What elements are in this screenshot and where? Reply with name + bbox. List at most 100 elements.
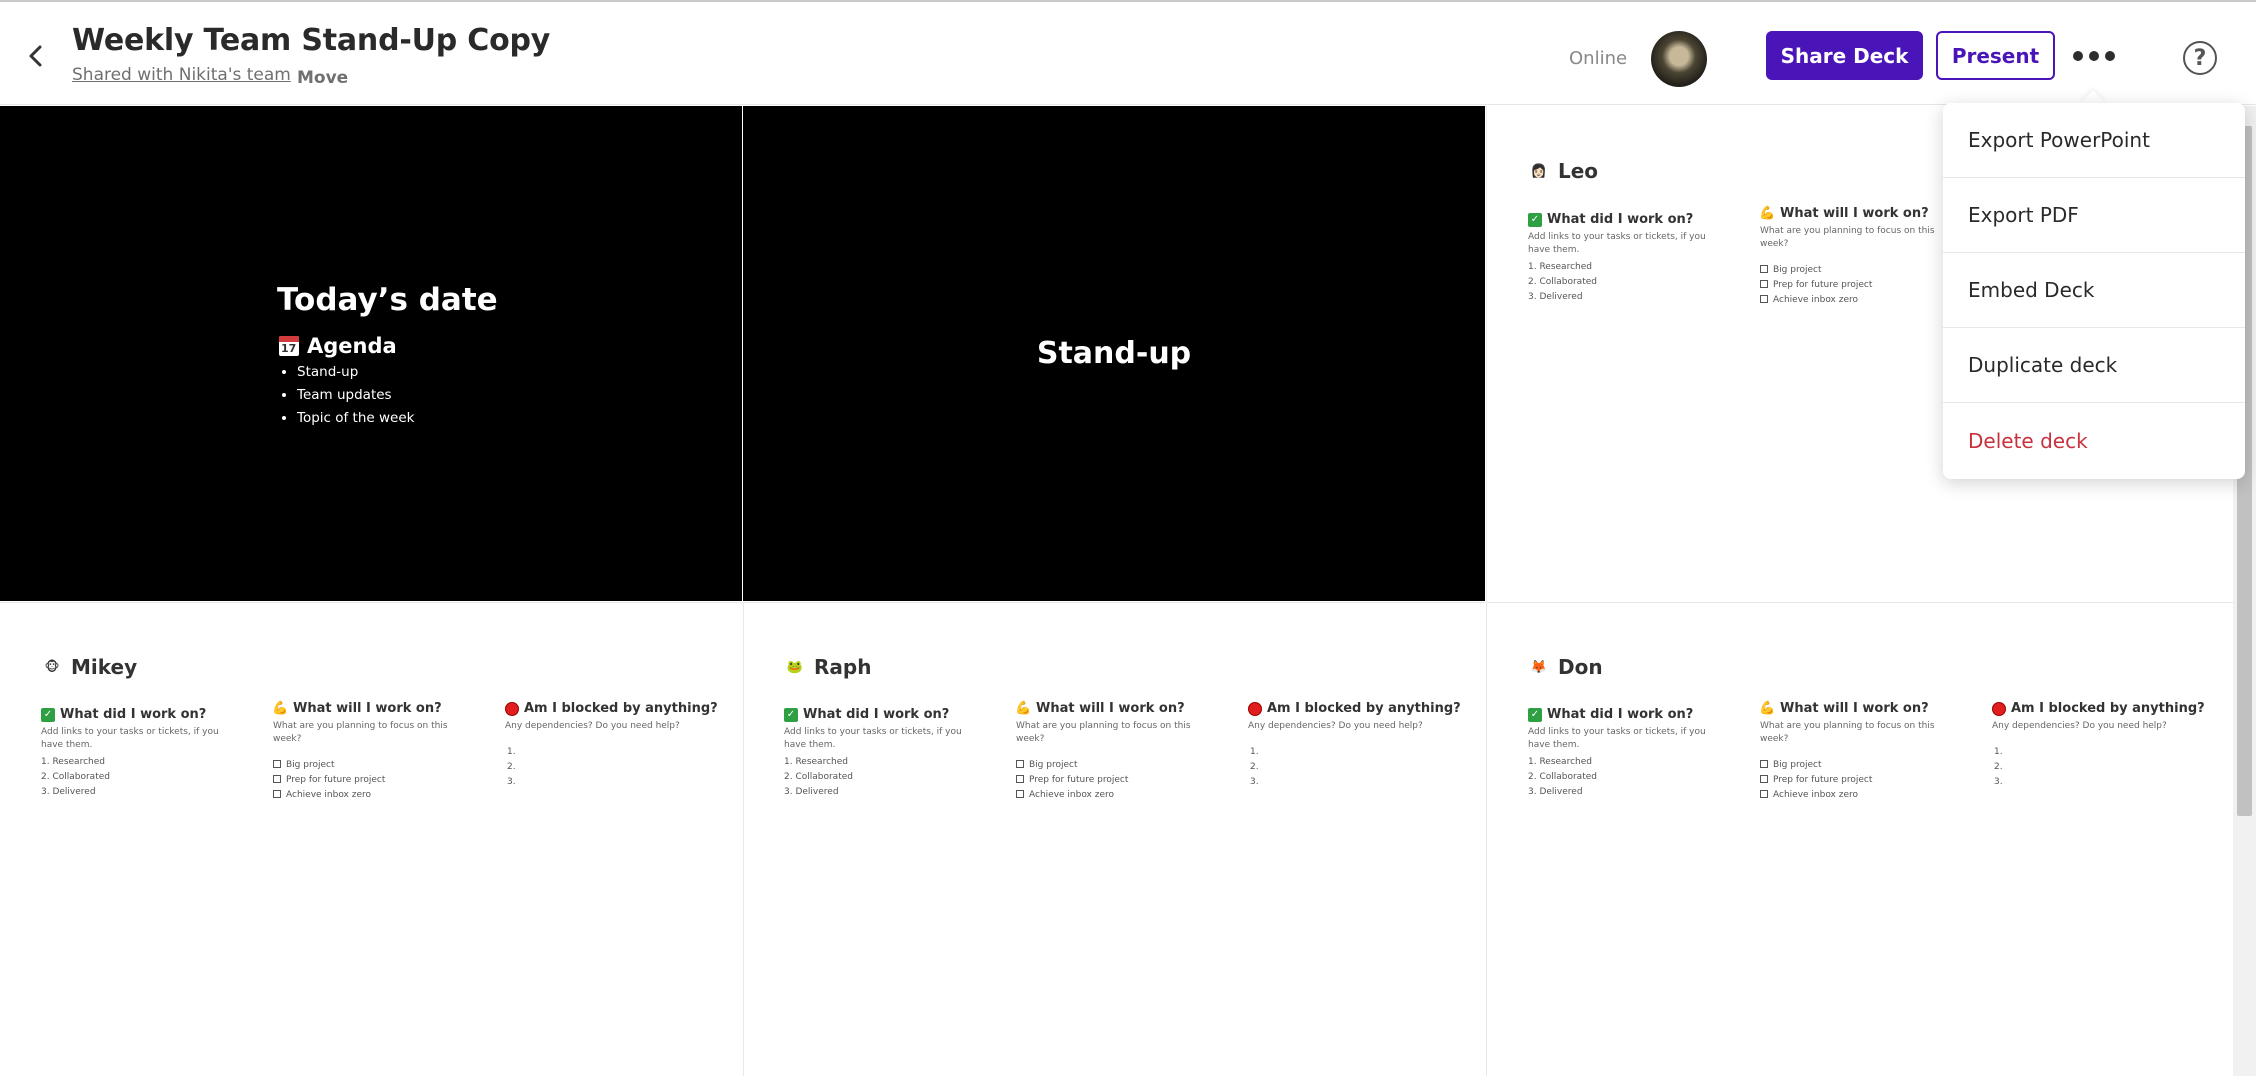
column-will-desc: What are you planning to focus on this w… <box>1016 721 1191 744</box>
checklist-item: Achieve inbox zero <box>273 788 493 803</box>
person-name: Mikey <box>71 655 138 679</box>
person-emoji-icon: 🦊 <box>1530 659 1548 675</box>
slide-person-mikey[interactable]: 🐵 Mikey ✓ What did I work on? Add links t… <box>0 602 742 1076</box>
person-emoji-icon: 🐵 <box>44 659 60 675</box>
share-deck-button[interactable]: Share Deck <box>1766 31 1923 80</box>
checkbox-icon <box>1760 280 1768 288</box>
column-will: 💪 What will I work on? What are you plann… <box>1759 701 1980 803</box>
column-blocked-list: 1. 2. 3. <box>1992 745 2212 790</box>
column-blocked: Am I blocked by anything? Any dependenci… <box>1992 701 2212 790</box>
user-avatar[interactable] <box>1651 31 1707 87</box>
red-circle-icon <box>1248 701 1262 716</box>
list-item: 2. Collaborated <box>1528 772 1597 782</box>
list-item: 3. Delivered <box>41 787 96 797</box>
flexed-arm-icon: 💪 <box>1759 701 1776 716</box>
column-blocked-list: 1. 2. 3. <box>1248 745 1468 790</box>
checkbox-icon <box>1016 760 1024 768</box>
checklist-item: Big project <box>1016 758 1236 773</box>
column-blocked-desc: Any dependencies? Do you need help? <box>505 721 680 731</box>
more-options-menu: Export PowerPoint Export PDF Embed Deck … <box>1943 103 2245 479</box>
list-item: 3. Delivered <box>784 787 839 797</box>
person-heading: 🐸 Raph <box>784 655 872 679</box>
calendar-icon <box>279 336 299 356</box>
checklist-item: Achieve inbox zero <box>1760 788 1980 803</box>
column-did-list: 1. Researched 2. Collaborated 3. Deliver… <box>41 755 261 800</box>
menu-item-embed-deck[interactable]: Embed Deck <box>1943 253 2245 328</box>
column-blocked-heading: Am I blocked by anything? <box>505 701 725 716</box>
back-arrow-icon[interactable] <box>22 39 50 73</box>
check-mark-icon: ✓ <box>784 707 798 722</box>
list-item: 3. Delivered <box>1528 292 1583 302</box>
checklist-item: Big project <box>1760 758 1980 773</box>
column-did-desc: Add links to your tasks or tickets, if y… <box>41 727 219 750</box>
slide-intro[interactable]: Today’s date Agenda Stand-up Team update… <box>0 106 742 601</box>
slide-standup[interactable]: Stand-up <box>743 106 1485 601</box>
menu-item-export-powerpoint[interactable]: Export PowerPoint <box>1943 103 2245 178</box>
column-did-desc: Add links to your tasks or tickets, if y… <box>784 727 962 750</box>
checklist-item: Prep for future project <box>1760 773 1980 788</box>
column-blocked-desc: Any dependencies? Do you need help? <box>1992 721 2167 731</box>
check-mark-icon: ✓ <box>1528 212 1542 227</box>
person-heading: 👩🏻 Leo <box>1528 159 1598 183</box>
column-did-heading: ✓ What did I work on? <box>41 707 261 722</box>
checkbox-icon <box>273 790 281 798</box>
person-name: Don <box>1558 655 1603 679</box>
column-will-list: Big project Prep for future project Achi… <box>1760 758 1980 803</box>
list-item: 2. Collaborated <box>41 772 110 782</box>
column-did-title: What did I work on? <box>1547 212 1694 227</box>
help-icon[interactable]: ? <box>2183 41 2217 75</box>
column-did: ✓ What did I work on? Add links to your t… <box>1528 707 1748 800</box>
checkbox-icon <box>1016 775 1024 783</box>
person-emoji-icon: 🐸 <box>786 659 804 675</box>
column-will-heading: 💪 What will I work on? <box>272 701 442 716</box>
checklist-item: Big project <box>273 758 493 773</box>
more-options-icon[interactable] <box>2073 43 2115 69</box>
column-blocked-desc: Any dependencies? Do you need help? <box>1248 721 1423 731</box>
column-did-heading: ✓ What did I work on? <box>1528 707 1748 722</box>
column-did-desc: Add links to your tasks or tickets, if y… <box>1528 232 1706 255</box>
list-item: 1. Researched <box>41 757 105 767</box>
list-item: 2. <box>1994 762 2003 772</box>
deck-header: Weekly Team Stand-Up Copy Shared with Ni… <box>0 5 2256 105</box>
column-blocked-list: 1. 2. 3. <box>505 745 725 790</box>
checklist-item: Achieve inbox zero <box>1016 788 1236 803</box>
deck-title[interactable]: Weekly Team Stand-Up Copy <box>72 23 550 58</box>
slide-intro-title: Today’s date <box>277 282 498 318</box>
column-will-desc: What are you planning to focus on this w… <box>273 721 448 744</box>
slide-person-raph[interactable]: 🐸 Raph ✓ What did I work on? Add links to… <box>743 602 1485 1076</box>
checkbox-icon <box>273 760 281 768</box>
red-circle-icon <box>1992 701 2006 716</box>
agenda-heading: Agenda <box>279 334 397 358</box>
column-blocked: Am I blocked by anything? Any dependenci… <box>505 701 725 790</box>
column-did-desc: Add links to your tasks or tickets, if y… <box>1528 727 1706 750</box>
menu-item-delete-deck[interactable]: Delete deck <box>1943 403 2245 478</box>
person-heading: 🐵 Mikey <box>41 655 137 679</box>
agenda-item: Stand-up <box>297 364 414 380</box>
column-will-desc: What are you planning to focus on this w… <box>1760 226 1935 249</box>
checkbox-icon <box>1760 790 1768 798</box>
present-button[interactable]: Present <box>1936 31 2055 80</box>
column-will: 💪 What will I work on? What are you plann… <box>272 701 493 803</box>
list-item: 2. Collaborated <box>1528 277 1597 287</box>
shared-with-link[interactable]: Shared with Nikita's team <box>72 65 291 85</box>
slide-standup-title: Stand-up <box>1036 336 1192 371</box>
person-heading: 🦊 Don <box>1528 655 1603 679</box>
menu-item-duplicate-deck[interactable]: Duplicate deck <box>1943 328 2245 403</box>
list-item: 1. <box>1250 747 1259 757</box>
flexed-arm-icon: 💪 <box>272 701 289 716</box>
list-item: 1. <box>507 747 516 757</box>
list-item: 3. <box>1250 777 1259 787</box>
column-will-desc: What are you planning to focus on this w… <box>1760 721 1935 744</box>
list-item: 3. <box>1994 777 2003 787</box>
checkbox-icon <box>1760 775 1768 783</box>
column-did: ✓ What did I work on? Add links to your t… <box>784 707 1004 800</box>
list-item: 2. <box>507 762 516 772</box>
column-blocked-heading: Am I blocked by anything? <box>1992 701 2212 716</box>
checkbox-icon <box>1760 295 1768 303</box>
column-did: ✓ What did I work on? Add links to your t… <box>41 707 261 800</box>
column-will-list: Big project Prep for future project Achi… <box>1016 758 1236 803</box>
red-circle-icon <box>505 701 519 716</box>
menu-item-export-pdf[interactable]: Export PDF <box>1943 178 2245 253</box>
move-button[interactable]: Move <box>297 68 348 88</box>
slide-person-don[interactable]: 🦊 Don ✓ What did I work on? Add links to … <box>1486 602 2233 1076</box>
